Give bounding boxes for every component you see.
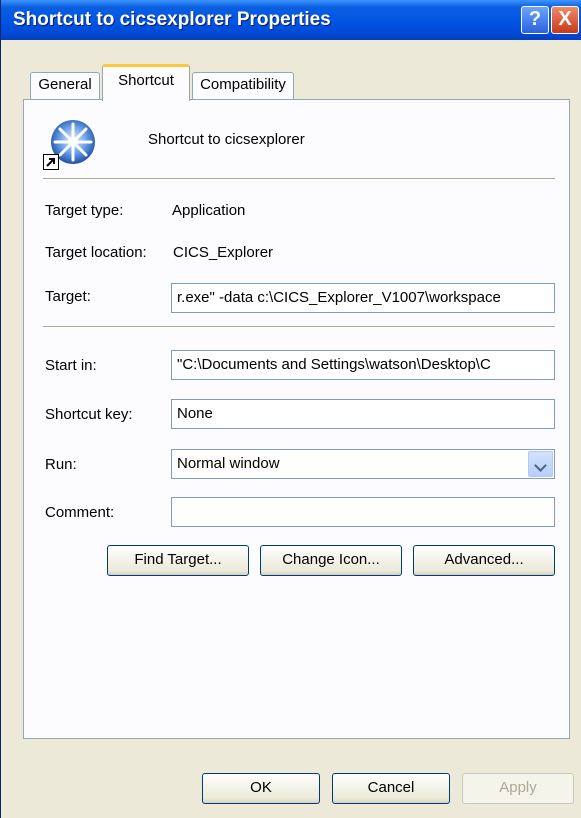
window-title: Shortcut to cicsexplorer Properties [13, 9, 331, 30]
tab-compatibility[interactable]: Compatibility [192, 72, 294, 99]
separator [43, 178, 555, 180]
target-label: Target: [45, 288, 91, 305]
shortcut-name: Shortcut to cicsexplorer [148, 131, 305, 148]
run-label: Run: [45, 456, 77, 473]
apply-button[interactable]: Apply [462, 773, 574, 804]
title-bar[interactable]: Shortcut to cicsexplorer Properties ? X [1, 0, 581, 40]
comment-label: Comment: [45, 504, 115, 521]
target-location-value: CICS_Explorer [173, 244, 274, 261]
properties-dialog: Shortcut to cicsexplorer Properties ? X … [0, 0, 581, 818]
comment-field[interactable] [171, 497, 555, 527]
shortcut-key-field[interactable]: None [171, 399, 555, 429]
help-button[interactable]: ? [521, 6, 549, 34]
chevron-down-icon[interactable] [528, 451, 553, 477]
run-select[interactable]: Normal window [171, 449, 555, 479]
shortcut-key-label: Shortcut key: [45, 406, 133, 423]
target-type-value: Application [172, 202, 246, 219]
cancel-button[interactable]: Cancel [332, 773, 450, 804]
run-select-value: Normal window [177, 455, 280, 472]
close-button[interactable]: X [551, 6, 579, 34]
target-location-label: Target location: [45, 244, 147, 261]
start-in-label: Start in: [45, 357, 97, 374]
shortcut-arrow-icon [43, 154, 59, 170]
tab-general[interactable]: General [30, 72, 100, 99]
target-field[interactable]: r.exe" -data c:\CICS_Explorer_V1007\work… [171, 283, 555, 313]
target-type-label: Target type: [45, 202, 124, 219]
find-target-button[interactable]: Find Target... [107, 545, 249, 576]
advanced-button[interactable]: Advanced... [413, 545, 555, 576]
separator [43, 326, 555, 328]
tab-shortcut[interactable]: Shortcut [102, 64, 190, 101]
change-icon-button[interactable]: Change Icon... [260, 545, 402, 576]
ok-button[interactable]: OK [202, 773, 320, 804]
start-in-field[interactable]: "C:\Documents and Settings\watson\Deskto… [171, 350, 555, 380]
